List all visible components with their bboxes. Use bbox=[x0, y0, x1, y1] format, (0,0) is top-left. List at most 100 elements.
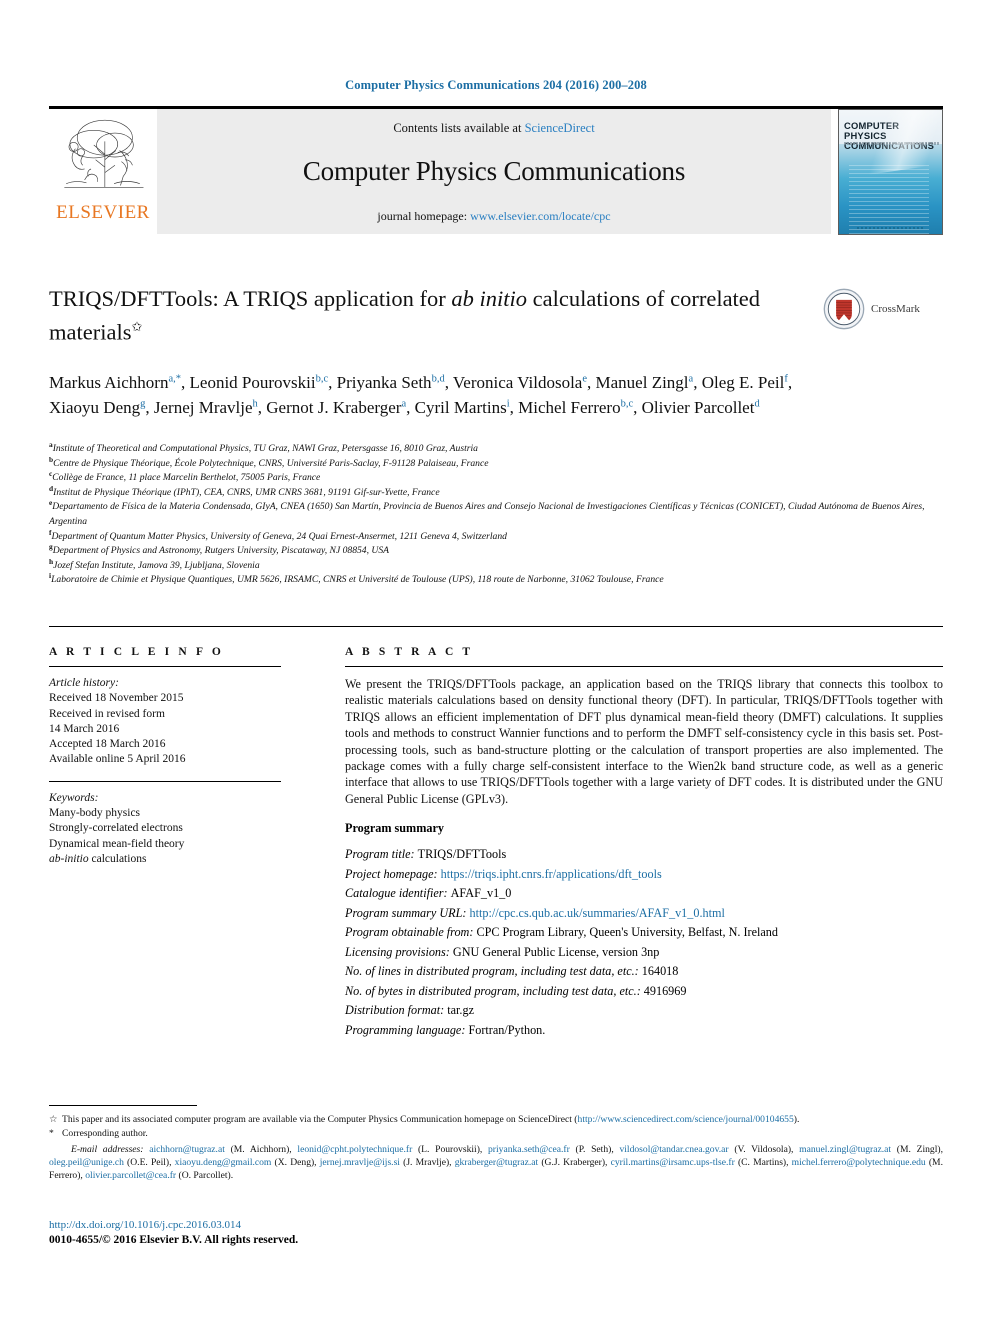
author-separator: , bbox=[444, 373, 453, 392]
keyword-item: Strongly-correlated electrons bbox=[49, 822, 183, 835]
author-separator: , bbox=[406, 397, 415, 417]
author-name: Markus Aichhorn bbox=[49, 373, 169, 392]
program-summary-key: Program obtainable from: bbox=[345, 925, 477, 940]
author-name: Jernej Mravlje bbox=[153, 397, 253, 417]
keyword-item: ab-initio calculations bbox=[49, 852, 147, 865]
article-history-line: Available online 5 April 2016 bbox=[49, 753, 186, 766]
footnote-block: ☆ This paper and its associated computer … bbox=[49, 1113, 943, 1183]
journal-cover-cell: COMPUTER PHYSICS COMMUNICATIONS bbox=[831, 108, 943, 235]
title-footnote-mark[interactable]: ✩ bbox=[131, 319, 142, 334]
email-link[interactable]: aichhorn@tugraz.at bbox=[149, 1144, 225, 1155]
elsevier-wordmark: ELSEVIER bbox=[56, 202, 150, 223]
email-link[interactable]: michel.ferrero@polytechnique.edu bbox=[792, 1157, 926, 1168]
program-summary-value: tar.gz bbox=[447, 1003, 474, 1018]
title-part1: TRIQS/DFTTools: A TRIQS application for bbox=[49, 286, 452, 311]
journal-homepage-line: journal homepage: www.elsevier.com/locat… bbox=[377, 209, 610, 224]
email-link[interactable]: manuel.zingl@tugraz.at bbox=[799, 1144, 891, 1155]
program-summary-entry: Program obtainable from: CPC Program Lib… bbox=[345, 923, 943, 943]
program-summary-key: Project homepage: bbox=[345, 866, 441, 881]
author-separator: , bbox=[693, 373, 702, 392]
author-separator: , bbox=[633, 397, 642, 417]
affiliation-item: gDepartment of Physics and Astronomy, Ru… bbox=[49, 543, 943, 559]
abstract-heading: A B S T R A C T bbox=[345, 646, 474, 658]
affiliation-item: fDepartment of Quantum Matter Physics, U… bbox=[49, 528, 943, 545]
email-owner: (V. Vildosola), bbox=[728, 1143, 800, 1155]
crossmark-badge[interactable]: CrossMark bbox=[823, 286, 941, 332]
author-separator: , bbox=[257, 397, 267, 417]
email-link[interactable]: priyanka.seth@cea.fr bbox=[488, 1144, 570, 1155]
program-summary-key: Licensing provisions: bbox=[345, 944, 453, 959]
email-link[interactable]: gkraberger@tugraz.at bbox=[455, 1157, 539, 1168]
footnote-star-mark: ☆ bbox=[49, 1114, 58, 1125]
footnote-star-suffix: ). bbox=[793, 1114, 800, 1125]
email-link[interactable]: cyril.martins@irsamc.ups-tlse.fr bbox=[611, 1157, 735, 1168]
program-summary-value: TRIQS/DFTTools bbox=[417, 847, 507, 862]
email-owner: (P. Seth), bbox=[569, 1143, 620, 1155]
program-summary-entry: Licensing provisions: GNU General Public… bbox=[345, 943, 943, 963]
journal-homepage-link[interactable]: www.elsevier.com/locate/cpc bbox=[470, 209, 611, 223]
article-info-heading: A R T I C L E I N F O bbox=[49, 646, 224, 658]
program-summary-entry: Distribution format: tar.gz bbox=[345, 1001, 943, 1021]
footnote-corresponding: * Corresponding author. bbox=[49, 1127, 943, 1140]
author-affiliation-mark: b,d bbox=[431, 373, 445, 385]
author-separator: , bbox=[509, 397, 519, 417]
footnote-asterisk-mark: * bbox=[49, 1128, 54, 1140]
keyword-italic: ab-initio bbox=[49, 852, 89, 865]
author-affiliation-mark: a,* bbox=[168, 373, 182, 385]
program-summary-key: Programming language: bbox=[345, 1022, 469, 1037]
footnote-emails: E-mail addresses: aichhorn@tugraz.at (M.… bbox=[49, 1143, 943, 1183]
crossmark-icon bbox=[823, 288, 865, 330]
email-addresses-label: E-mail addresses: bbox=[71, 1143, 144, 1155]
doi-block: http://dx.doi.org/10.1016/j.cpc.2016.03.… bbox=[49, 1218, 649, 1248]
author-name: Olivier Parcollet bbox=[641, 397, 755, 417]
email-link[interactable]: xiaoyu.deng@gmail.com bbox=[175, 1157, 272, 1168]
email-link[interactable]: vildosol@tandar.cnea.gov.ar bbox=[619, 1144, 728, 1155]
author-name: Michel Ferrero bbox=[518, 397, 621, 417]
affiliation-text: Institute of Theoretical and Computation… bbox=[52, 443, 478, 454]
sciencedirect-link[interactable]: ScienceDirect bbox=[525, 121, 595, 135]
author-separator: , bbox=[181, 373, 190, 392]
email-link[interactable]: leonid@cpht.polytechnique.fr bbox=[297, 1144, 412, 1155]
abstract-column: A B S T R A C T We present the TRIQS/DFT… bbox=[345, 646, 943, 1040]
email-owner: (M. Zingl), bbox=[891, 1143, 943, 1155]
program-summary-value: Fortran/Python. bbox=[468, 1022, 546, 1037]
paper-page: Computer Physics Communications 204 (201… bbox=[0, 0, 992, 1323]
email-link[interactable]: jernej.mravlje@ijs.si bbox=[320, 1157, 400, 1168]
author-name: Xiaoyu Deng bbox=[49, 397, 141, 417]
keywords-label: Keywords: bbox=[49, 791, 99, 804]
footnote-star: ☆ This paper and its associated computer … bbox=[49, 1113, 943, 1126]
author-name: Oleg E. Peil bbox=[701, 373, 785, 392]
program-summary-key: No. of bytes in distributed program, inc… bbox=[345, 983, 644, 998]
author-list: Markus Aichhorna,*, Leonid Pourovskiib,c… bbox=[49, 371, 839, 420]
email-owner: (O. Parcollet). bbox=[176, 1170, 234, 1182]
program-summary-value: GNU General Public License, version 3np bbox=[452, 944, 660, 959]
program-summary-value[interactable]: http://cpc.cs.qub.ac.uk/summaries/AFAF_v… bbox=[469, 906, 724, 920]
footnote-star-prefix: This paper and its associated computer p… bbox=[62, 1114, 578, 1125]
author-affiliation-mark: b,c bbox=[620, 397, 634, 409]
program-summary-value[interactable]: https://triqs.ipht.cnrs.fr/applications/… bbox=[441, 867, 662, 881]
elsevier-tree-icon bbox=[64, 119, 144, 188]
email-owner: (G.J. Kraberger), bbox=[538, 1156, 611, 1168]
program-summary-entry: Catalogue identifier: AFAF_v1_0 bbox=[345, 884, 943, 904]
email-link[interactable]: oleg.peil@unige.ch bbox=[49, 1157, 124, 1168]
keyword-item: Dynamical mean-field theory bbox=[49, 837, 185, 850]
affiliation-text: Collège de France, 11 place Marcelin Ber… bbox=[52, 472, 321, 484]
abstract-text: We present the TRIQS/DFTTools package, a… bbox=[345, 677, 943, 806]
doi-link[interactable]: http://dx.doi.org/10.1016/j.cpc.2016.03.… bbox=[49, 1218, 649, 1233]
program-summary-entry: Project homepage: https://triqs.ipht.cnr… bbox=[345, 865, 943, 885]
corresponding-author-note: Corresponding author. bbox=[62, 1128, 148, 1140]
contents-prefix: Contents lists available at bbox=[393, 121, 525, 135]
author-affiliation-mark: d bbox=[754, 397, 760, 409]
email-owner: (J. Mravlje), bbox=[399, 1156, 455, 1168]
email-owner: (M. Aichhorn), bbox=[224, 1143, 298, 1155]
email-link[interactable]: olivier.parcollet@cea.fr bbox=[85, 1170, 176, 1181]
email-owner: (O.E. Peil), bbox=[123, 1156, 175, 1168]
article-history-label: Article history: bbox=[49, 677, 119, 689]
running-head: Computer Physics Communications 204 (201… bbox=[345, 78, 647, 92]
author-name: Gernot J. Kraberger bbox=[266, 397, 402, 417]
journal-title: Computer Physics Communications bbox=[302, 156, 686, 186]
affiliation-item: bCentre de Physique Théorique, École Pol… bbox=[49, 455, 943, 472]
author-name: Veronica Vildosola bbox=[452, 373, 583, 392]
footnote-star-link[interactable]: http://www.sciencedirect.com/science/jou… bbox=[578, 1114, 794, 1125]
program-summary-entry: Program title: TRIQS/DFTTools bbox=[345, 845, 943, 865]
